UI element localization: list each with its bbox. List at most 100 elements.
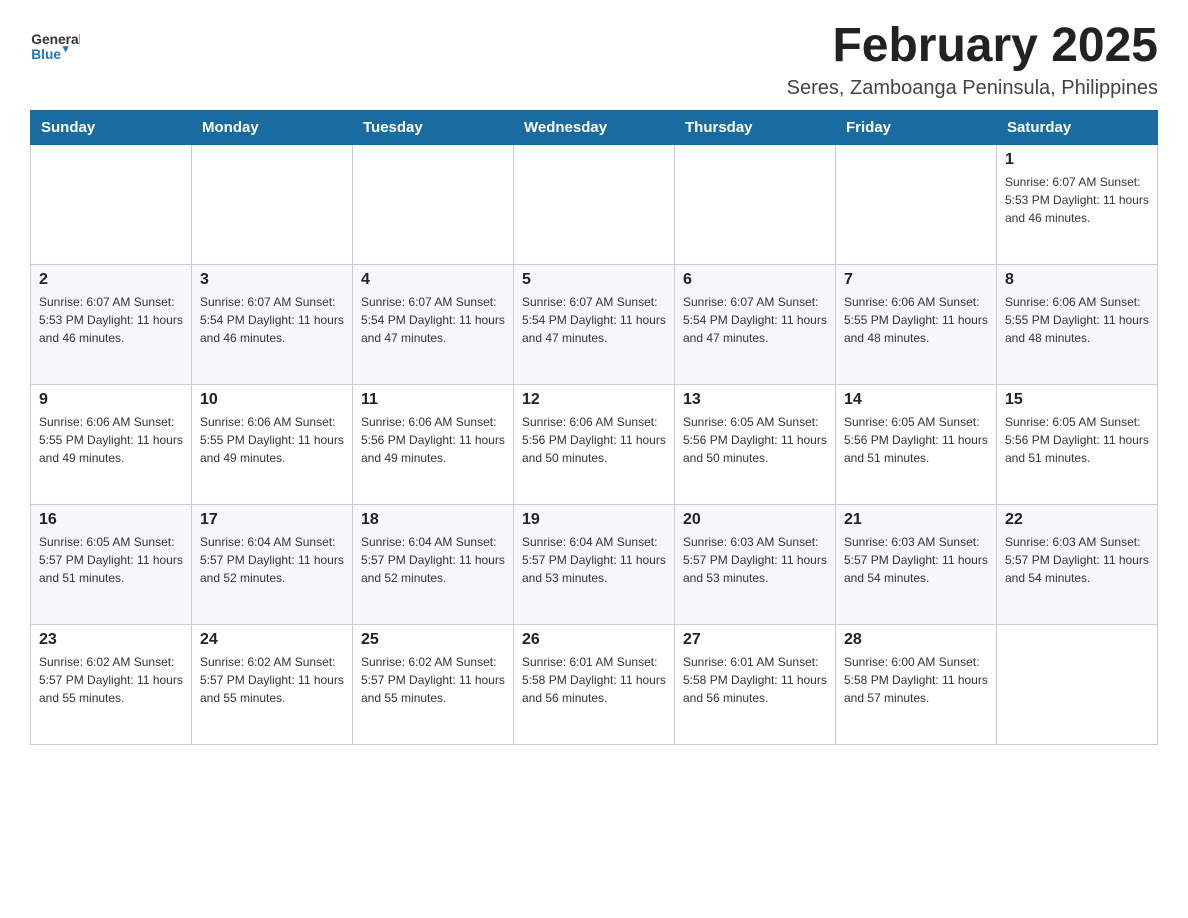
day-number: 14 [844,391,988,409]
day-info: Sunrise: 6:06 AM Sunset: 5:55 PM Dayligh… [39,413,183,467]
day-info: Sunrise: 6:04 AM Sunset: 5:57 PM Dayligh… [522,533,666,587]
day-info: Sunrise: 6:03 AM Sunset: 5:57 PM Dayligh… [683,533,827,587]
week-row-5: 23 Sunrise: 6:02 AM Sunset: 5:57 PM Dayli… [31,624,1158,744]
day-number: 11 [361,391,505,409]
day-number: 17 [200,511,344,529]
calendar-cell: 14 Sunrise: 6:05 AM Sunset: 5:56 PM Dayli… [836,384,997,504]
calendar-cell [192,144,353,264]
day-info: Sunrise: 6:06 AM Sunset: 5:55 PM Dayligh… [1005,293,1149,347]
calendar-cell: 18 Sunrise: 6:04 AM Sunset: 5:57 PM Dayli… [353,504,514,624]
day-number: 13 [683,391,827,409]
day-info: Sunrise: 6:02 AM Sunset: 5:57 PM Dayligh… [200,653,344,707]
calendar-cell: 5 Sunrise: 6:07 AM Sunset: 5:54 PM Daylig… [514,264,675,384]
day-info: Sunrise: 6:05 AM Sunset: 5:56 PM Dayligh… [1005,413,1149,467]
weekday-header-monday: Monday [192,110,353,144]
day-number: 25 [361,631,505,649]
day-info: Sunrise: 6:05 AM Sunset: 5:56 PM Dayligh… [683,413,827,467]
calendar-cell: 21 Sunrise: 6:03 AM Sunset: 5:57 PM Dayli… [836,504,997,624]
day-info: Sunrise: 6:07 AM Sunset: 5:54 PM Dayligh… [522,293,666,347]
day-number: 1 [1005,151,1149,169]
day-number: 9 [39,391,183,409]
svg-text:Blue: Blue [31,47,61,62]
day-info: Sunrise: 6:03 AM Sunset: 5:57 PM Dayligh… [844,533,988,587]
weekday-header-saturday: Saturday [997,110,1158,144]
weekday-header-friday: Friday [836,110,997,144]
calendar-cell: 11 Sunrise: 6:06 AM Sunset: 5:56 PM Dayli… [353,384,514,504]
calendar-cell: 19 Sunrise: 6:04 AM Sunset: 5:57 PM Dayli… [514,504,675,624]
day-number: 7 [844,271,988,289]
day-number: 8 [1005,271,1149,289]
day-info: Sunrise: 6:05 AM Sunset: 5:56 PM Dayligh… [844,413,988,467]
day-info: Sunrise: 6:06 AM Sunset: 5:56 PM Dayligh… [361,413,505,467]
calendar-cell: 15 Sunrise: 6:05 AM Sunset: 5:56 PM Dayli… [997,384,1158,504]
day-number: 27 [683,631,827,649]
calendar-cell: 16Sunrise: 6:05 AM Sunset: 5:57 PM Dayli… [31,504,192,624]
day-info: Sunrise: 6:04 AM Sunset: 5:57 PM Dayligh… [200,533,344,587]
calendar-cell: 6 Sunrise: 6:07 AM Sunset: 5:54 PM Daylig… [675,264,836,384]
calendar-cell: 3Sunrise: 6:07 AM Sunset: 5:54 PM Daylig… [192,264,353,384]
calendar-cell: 10 Sunrise: 6:06 AM Sunset: 5:55 PM Dayli… [192,384,353,504]
calendar-cell: 24 Sunrise: 6:02 AM Sunset: 5:57 PM Dayli… [192,624,353,744]
logo-svg: General Blue [30,20,80,70]
calendar-cell: 2 Sunrise: 6:07 AM Sunset: 5:53 PM Daylig… [31,264,192,384]
calendar-table: SundayMondayTuesdayWednesdayThursdayFrid… [30,110,1158,745]
day-info: Sunrise: 6:06 AM Sunset: 5:55 PM Dayligh… [844,293,988,347]
calendar-cell [353,144,514,264]
calendar-cell: 13 Sunrise: 6:05 AM Sunset: 5:56 PM Dayli… [675,384,836,504]
calendar-cell: 28Sunrise: 6:00 AM Sunset: 5:58 PM Dayli… [836,624,997,744]
day-number: 20 [683,511,827,529]
day-number: 2 [39,271,183,289]
day-number: 24 [200,631,344,649]
day-info: Sunrise: 6:07 AM Sunset: 5:53 PM Dayligh… [39,293,183,347]
day-number: 4 [361,271,505,289]
calendar-cell: 27 Sunrise: 6:01 AM Sunset: 5:58 PM Dayli… [675,624,836,744]
day-number: 10 [200,391,344,409]
calendar-cell: 7 Sunrise: 6:06 AM Sunset: 5:55 PM Daylig… [836,264,997,384]
day-info: Sunrise: 6:07 AM Sunset: 5:54 PM Dayligh… [361,293,505,347]
day-info: Sunrise: 6:04 AM Sunset: 5:57 PM Dayligh… [361,533,505,587]
calendar-cell: 26Sunrise: 6:01 AM Sunset: 5:58 PM Dayli… [514,624,675,744]
weekday-header-thursday: Thursday [675,110,836,144]
calendar-cell: 20 Sunrise: 6:03 AM Sunset: 5:57 PM Dayli… [675,504,836,624]
day-number: 12 [522,391,666,409]
calendar-cell: 8 Sunrise: 6:06 AM Sunset: 5:55 PM Daylig… [997,264,1158,384]
day-info: Sunrise: 6:06 AM Sunset: 5:56 PM Dayligh… [522,413,666,467]
week-row-2: 2 Sunrise: 6:07 AM Sunset: 5:53 PM Daylig… [31,264,1158,384]
weekday-header-tuesday: Tuesday [353,110,514,144]
day-info: Sunrise: 6:06 AM Sunset: 5:55 PM Dayligh… [200,413,344,467]
title-block: February 2025 Seres, Zamboanga Peninsula… [787,20,1158,100]
calendar-cell: 9 Sunrise: 6:06 AM Sunset: 5:55 PM Daylig… [31,384,192,504]
calendar-cell [31,144,192,264]
calendar-cell: 25 Sunrise: 6:02 AM Sunset: 5:57 PM Dayli… [353,624,514,744]
day-number: 18 [361,511,505,529]
page-header: General Blue February 2025 Seres, Zamboa… [30,20,1158,100]
calendar-cell [997,624,1158,744]
svg-text:General: General [31,32,80,47]
calendar-cell: 12 Sunrise: 6:06 AM Sunset: 5:56 PM Dayli… [514,384,675,504]
day-info: Sunrise: 6:07 AM Sunset: 5:54 PM Dayligh… [683,293,827,347]
day-number: 21 [844,511,988,529]
calendar-cell: 23 Sunrise: 6:02 AM Sunset: 5:57 PM Dayli… [31,624,192,744]
calendar-cell [836,144,997,264]
calendar-cell: 17 Sunrise: 6:04 AM Sunset: 5:57 PM Dayli… [192,504,353,624]
day-number: 19 [522,511,666,529]
week-row-1: 1 Sunrise: 6:07 AM Sunset: 5:53 PM Daylig… [31,144,1158,264]
day-number: 6 [683,271,827,289]
weekday-header-sunday: Sunday [31,110,192,144]
calendar-cell [675,144,836,264]
day-number: 15 [1005,391,1149,409]
day-info: Sunrise: 6:01 AM Sunset: 5:58 PM Dayligh… [683,653,827,707]
location-title: Seres, Zamboanga Peninsula, Philippines [787,77,1158,100]
calendar-cell: 1 Sunrise: 6:07 AM Sunset: 5:53 PM Daylig… [997,144,1158,264]
day-number: 23 [39,631,183,649]
day-info: Sunrise: 6:02 AM Sunset: 5:57 PM Dayligh… [361,653,505,707]
day-number: 28 [844,631,988,649]
day-number: 3 [200,271,344,289]
day-number: 5 [522,271,666,289]
calendar-cell: 4 Sunrise: 6:07 AM Sunset: 5:54 PM Daylig… [353,264,514,384]
day-info: Sunrise: 6:07 AM Sunset: 5:53 PM Dayligh… [1005,173,1149,227]
day-number: 22 [1005,511,1149,529]
weekday-header-row: SundayMondayTuesdayWednesdayThursdayFrid… [31,110,1158,144]
day-info: Sunrise: 6:03 AM Sunset: 5:57 PM Dayligh… [1005,533,1149,587]
day-info: Sunrise: 6:02 AM Sunset: 5:57 PM Dayligh… [39,653,183,707]
